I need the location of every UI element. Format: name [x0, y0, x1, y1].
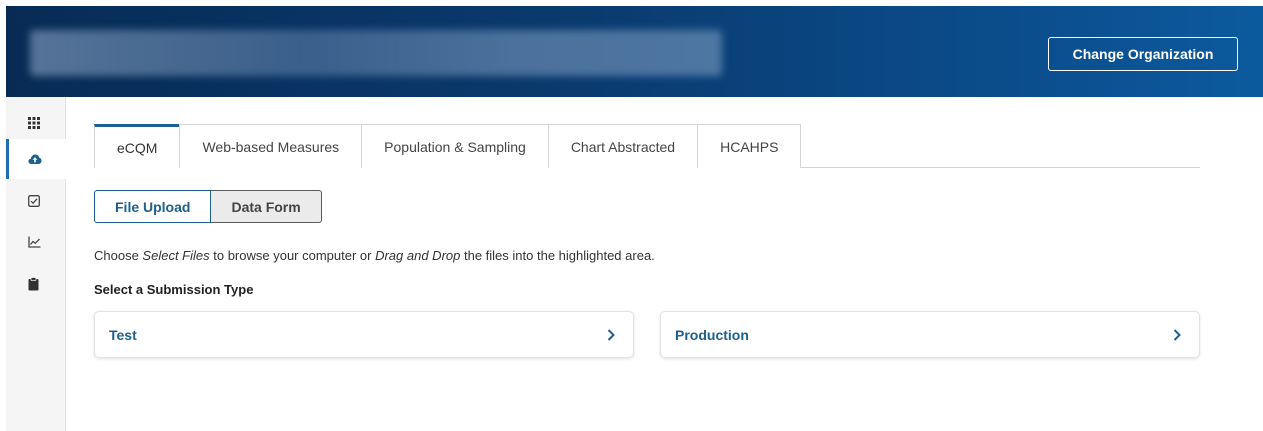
sidebar-item-upload[interactable] — [6, 139, 66, 179]
instructions-text: to browse your computer or — [209, 248, 376, 263]
apps-grid-icon — [28, 117, 40, 129]
upload-mode-toggle: File Upload Data Form — [94, 190, 322, 223]
instructions-text: the files into the highlighted area. — [460, 248, 655, 263]
tab-hcahps[interactable]: HCAHPS — [697, 124, 802, 168]
upload-instructions: Choose Select Files to browse your compu… — [94, 248, 655, 263]
data-form-button[interactable]: Data Form — [211, 190, 322, 223]
file-upload-button[interactable]: File Upload — [94, 190, 212, 223]
chevron-right-icon — [607, 328, 615, 341]
cloud-upload-icon — [28, 153, 42, 165]
change-organization-button[interactable]: Change Organization — [1048, 37, 1238, 71]
measure-tabs: eCQM Web-based Measures Population & Sam… — [94, 124, 1200, 168]
app-header: Change Organization — [6, 6, 1263, 97]
sidebar-item-reports[interactable] — [6, 222, 66, 262]
submission-type-title: Select a Submission Type — [94, 282, 254, 297]
line-chart-icon — [28, 236, 41, 248]
organization-name-blurred — [30, 30, 722, 76]
tab-population-sampling[interactable]: Population & Sampling — [361, 124, 549, 168]
submission-option-test[interactable]: Test — [94, 311, 634, 358]
sidebar-item-clipboard[interactable] — [6, 264, 66, 304]
instructions-select-files: Select Files — [142, 248, 210, 263]
submission-option-label: Test — [109, 326, 137, 343]
tab-web-based-measures[interactable]: Web-based Measures — [179, 124, 363, 168]
clipboard-icon — [28, 277, 39, 291]
sidebar — [6, 97, 66, 431]
checkbox-icon — [28, 195, 40, 207]
sidebar-item-tasks[interactable] — [6, 181, 66, 221]
chevron-right-icon — [1173, 328, 1181, 341]
sidebar-item-apps[interactable] — [6, 103, 66, 143]
instructions-drag-drop: Drag and Drop — [375, 248, 461, 263]
tab-ecqm[interactable]: eCQM — [94, 124, 181, 168]
tab-chart-abstracted[interactable]: Chart Abstracted — [547, 124, 699, 168]
submission-option-production[interactable]: Production — [660, 311, 1200, 358]
instructions-text: Choose — [94, 248, 143, 263]
submission-option-label: Production — [675, 326, 749, 343]
